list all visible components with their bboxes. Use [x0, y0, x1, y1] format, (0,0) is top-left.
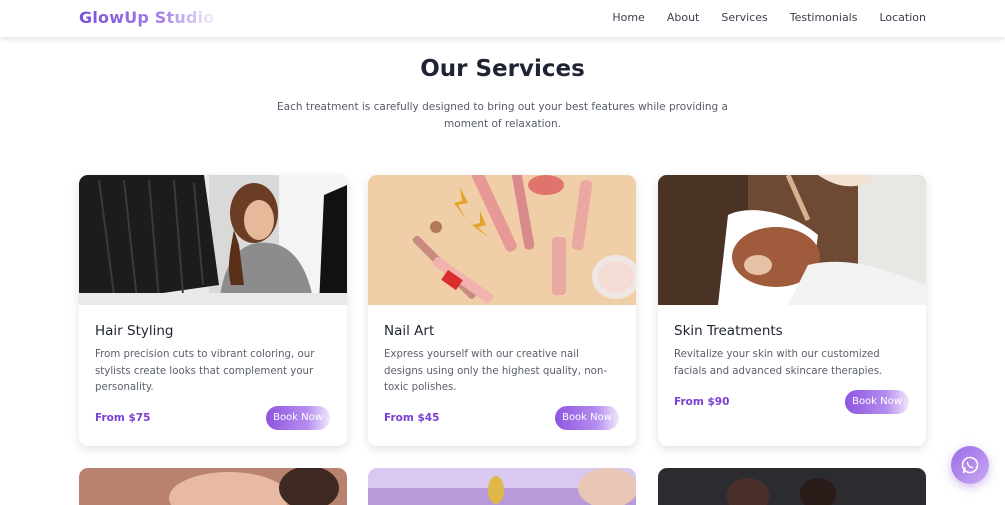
service-description: Express yourself with our creative nail …	[384, 349, 608, 393]
section-title: Our Services	[420, 56, 585, 82]
navbar: GlowUp Studio Home About Services Testim…	[0, 0, 1005, 37]
service-card-partial	[79, 468, 347, 505]
brand-logo[interactable]: GlowUp Studio	[79, 8, 215, 27]
nav-item-location[interactable]: Location	[879, 11, 926, 24]
nail-art-image	[368, 175, 636, 305]
service-title: Hair Styling	[95, 323, 174, 339]
service-card-nail-art: Nail Art Express yourself with our creat…	[368, 175, 636, 446]
nav-item-about[interactable]: About	[667, 11, 700, 24]
service-price: From $90	[674, 396, 730, 408]
service-description: From precision cuts to vibrant coloring,…	[95, 349, 315, 393]
whatsapp-chat-button[interactable]	[951, 446, 989, 484]
book-now-button[interactable]: Book Now	[266, 406, 330, 430]
nav-item-testimonials[interactable]: Testimonials	[790, 11, 858, 24]
skin-treatments-image	[658, 175, 926, 305]
service-card-partial	[658, 468, 926, 505]
service-card-skin-treatments: Skin Treatments Revitalize your skin wit…	[658, 175, 926, 446]
book-now-button[interactable]: Book Now	[555, 406, 619, 430]
whatsapp-icon	[961, 456, 979, 474]
service-card-partial	[368, 468, 636, 505]
hair-styling-image	[79, 175, 347, 305]
service-description: Revitalize your skin with our customized…	[674, 349, 883, 377]
service-title: Nail Art	[384, 323, 435, 339]
book-now-button[interactable]: Book Now	[845, 390, 909, 414]
service-title: Skin Treatments	[674, 323, 783, 339]
nav-item-services[interactable]: Services	[721, 11, 767, 24]
service-price: From $75	[95, 412, 151, 424]
nav-item-home[interactable]: Home	[612, 11, 644, 24]
service-card-hair-styling: Hair Styling From precision cuts to vibr…	[79, 175, 347, 446]
section-subtitle: Each treatment is carefully designed to …	[277, 101, 728, 130]
service-price: From $45	[384, 412, 440, 424]
nav-menu: Home About Services Testimonials Locatio…	[590, 11, 926, 24]
